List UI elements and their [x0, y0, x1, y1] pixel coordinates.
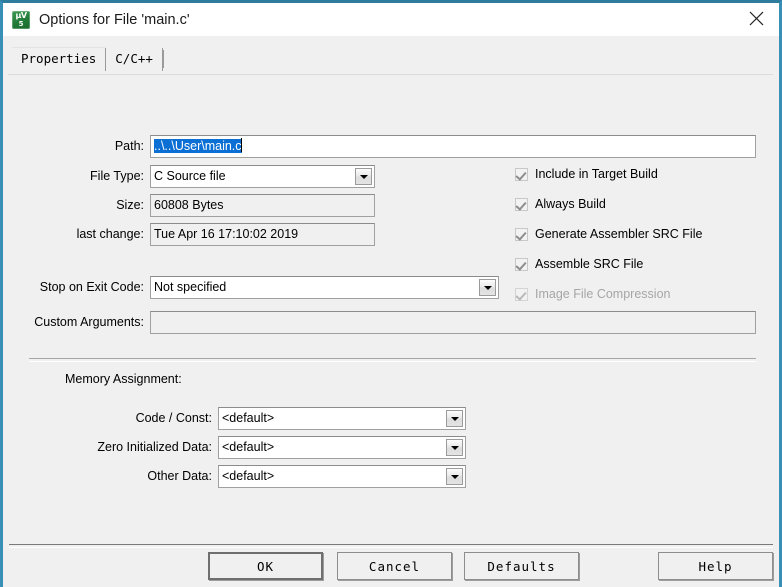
- file-type-combo[interactable]: C Source file: [150, 165, 375, 188]
- tab-c-cpp-label: C/C++: [115, 51, 153, 66]
- zero-initialized-data-combo[interactable]: <default>: [218, 436, 466, 459]
- checkbox-image-file-compression: Image File Compression: [515, 287, 670, 301]
- zero-initialized-data-value: <default>: [222, 440, 275, 454]
- last-change-value: Tue Apr 16 17:10:02 2019: [154, 227, 299, 241]
- other-data-combo[interactable]: <default>: [218, 465, 466, 488]
- cancel-button[interactable]: Cancel: [337, 552, 452, 580]
- checkbox-include-in-target-build[interactable]: Include in Target Build: [515, 167, 658, 181]
- close-icon: [749, 11, 763, 26]
- last-change-label: last change:: [76, 227, 144, 241]
- text-caret: [240, 138, 242, 152]
- tab-strip-endcap: [162, 50, 164, 68]
- window-title: Options for File 'main.c': [39, 11, 190, 28]
- checkbox-box-icon: [515, 227, 528, 241]
- checkbox-box-icon: [515, 257, 528, 271]
- defaults-button-label: Defaults: [487, 558, 556, 574]
- close-button[interactable]: [733, 3, 779, 34]
- tab-strip: Properties C/C++: [12, 47, 164, 71]
- other-data-label: Other Data:: [147, 469, 212, 483]
- ok-button[interactable]: OK: [208, 552, 323, 580]
- zero-initialized-data-label: Zero Initialized Data:: [97, 440, 212, 454]
- checkbox-box-icon: [515, 167, 528, 181]
- checkbox-box-icon: [515, 197, 528, 211]
- checkbox-box-icon: [515, 287, 528, 301]
- chevron-down-icon[interactable]: [446, 439, 463, 456]
- tab-c-cpp[interactable]: C/C++: [105, 48, 163, 71]
- memory-assignment-separator: [29, 358, 756, 362]
- cancel-button-label: Cancel: [368, 558, 421, 574]
- code-const-combo[interactable]: <default>: [218, 407, 466, 430]
- checkbox-always-build[interactable]: Always Build: [515, 197, 606, 211]
- size-value-field: 60808 Bytes: [150, 194, 375, 217]
- size-value: 60808 Bytes: [154, 198, 224, 212]
- chevron-down-icon[interactable]: [479, 279, 496, 296]
- footer-separator: [9, 544, 773, 548]
- defaults-button[interactable]: Defaults: [464, 552, 579, 580]
- uvision-logo-line1: µV: [15, 10, 27, 20]
- path-input[interactable]: ..\..\User\main.c: [150, 135, 756, 158]
- uvision-logo-icon: µV 5: [12, 10, 30, 29]
- chevron-down-icon[interactable]: [355, 168, 372, 185]
- code-const-label: Code / Const:: [135, 411, 212, 425]
- checkbox-label: Always Build: [535, 197, 606, 211]
- dialog-body: Properties C/C++ Path: ..\..\User\main.c…: [3, 36, 779, 587]
- memory-assignment-title: Memory Assignment:: [65, 372, 182, 386]
- other-data-value: <default>: [222, 469, 275, 483]
- tab-properties[interactable]: Properties: [12, 47, 106, 71]
- path-label: Path:: [114, 139, 144, 153]
- file-type-label: File Type:: [90, 169, 144, 183]
- help-button-label: Help: [698, 558, 733, 574]
- stop-on-exit-code-label: Stop on Exit Code:: [39, 280, 144, 294]
- checkbox-generate-assembler-src-file[interactable]: Generate Assembler SRC File: [515, 227, 702, 241]
- checkbox-assemble-src-file[interactable]: Assemble SRC File: [515, 257, 643, 271]
- path-input-value: ..\..\User\main.c: [154, 139, 242, 153]
- size-label: Size:: [116, 198, 144, 212]
- checkbox-label: Include in Target Build: [535, 167, 658, 181]
- chevron-down-icon[interactable]: [446, 468, 463, 485]
- options-dialog-window: µV 5 Options for File 'main.c' Propertie…: [0, 0, 782, 587]
- help-button[interactable]: Help: [658, 552, 773, 580]
- custom-arguments-input[interactable]: [150, 311, 756, 334]
- checkbox-label: Assemble SRC File: [535, 257, 644, 271]
- properties-panel: Path: ..\..\User\main.c File Type: C Sou…: [8, 74, 773, 543]
- stop-on-exit-code-combo[interactable]: Not specified: [150, 276, 499, 299]
- checkbox-label: Image File Compression: [535, 287, 671, 301]
- ok-button-label: OK: [256, 558, 275, 574]
- checkbox-label: Generate Assembler SRC File: [535, 227, 703, 241]
- last-change-value-field: Tue Apr 16 17:10:02 2019: [150, 223, 375, 246]
- chevron-down-icon[interactable]: [446, 410, 463, 427]
- title-bar: µV 5 Options for File 'main.c': [3, 3, 779, 36]
- tab-properties-label: Properties: [21, 51, 97, 66]
- code-const-value: <default>: [222, 411, 275, 425]
- file-type-value: C Source file: [154, 169, 226, 183]
- stop-on-exit-code-value: Not specified: [154, 280, 227, 294]
- uvision-logo-line2: 5: [18, 19, 24, 28]
- custom-arguments-label: Custom Arguments:: [34, 315, 144, 329]
